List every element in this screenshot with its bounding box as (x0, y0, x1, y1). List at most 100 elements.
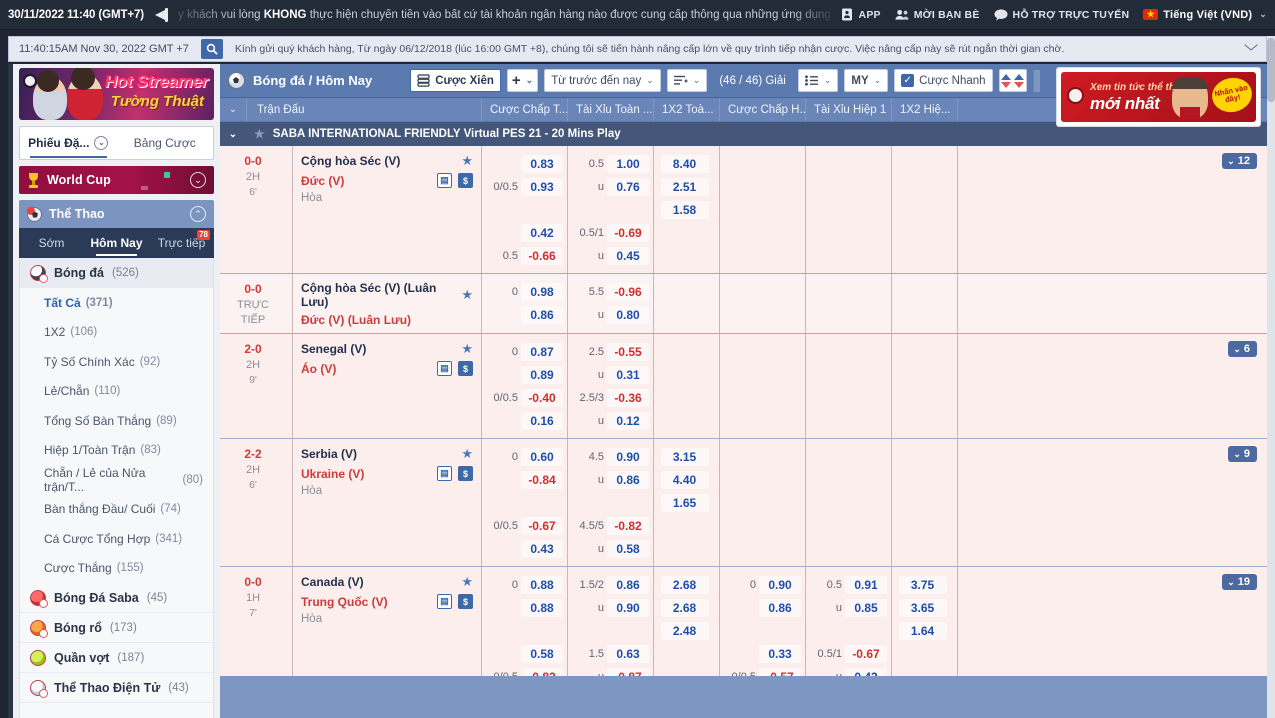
odds-value[interactable]: 0.93 (521, 178, 563, 196)
favorite-star-icon[interactable]: ★ (461, 341, 473, 357)
time-filter-dropdown[interactable]: Từ trước đến nay ⌄ (544, 69, 661, 92)
envelope-icon[interactable] (1240, 44, 1262, 55)
odds-table-body[interactable]: 0-0 2H 6' Cộng hòa Séc (V) ★ Đức (V) ▤ $ (220, 146, 1267, 676)
odds-value[interactable]: 0.98 (521, 283, 563, 301)
odds-value[interactable]: 0.83 (521, 155, 563, 173)
sidebar-subitem-half-full[interactable]: Hiệp 1/Toàn Trận (83) (20, 436, 213, 466)
sidebar-subitem-all[interactable]: Tất Cả (371) (20, 288, 213, 318)
column-header-1x2-ht[interactable]: 1X2 Hiệ... (891, 98, 957, 121)
odds-value[interactable]: 0.42 (521, 224, 563, 242)
odds-value-draw[interactable]: 1.58 (661, 201, 709, 219)
sidebar-item-saba-football[interactable]: Bóng Đá Saba (45) (20, 583, 213, 613)
column-header-over-under-ft[interactable]: Tài Xỉu Toàn ... (567, 98, 653, 121)
odds-value[interactable]: -0.69 (607, 224, 649, 242)
odds-value-draw[interactable]: 2.48 (661, 622, 709, 640)
odds-value[interactable]: 0.88 (521, 599, 563, 617)
odds-value[interactable]: -0.87 (607, 668, 649, 677)
tab-bet-slip[interactable]: Phiếu Đặ... ⌄ (20, 127, 117, 159)
odds-value[interactable]: -0.82 (607, 517, 649, 535)
sort-order-dropdown[interactable]: ⌄ (667, 69, 708, 92)
world-cup-section[interactable]: World Cup ⌄ (19, 166, 214, 194)
column-header-match[interactable]: Trận Đấu (246, 98, 481, 121)
odds-value-away[interactable]: 4.40 (661, 471, 709, 489)
checkbox-icon[interactable] (901, 74, 914, 87)
sports-news-banner-ad[interactable]: Xem tin tức thể thao mới nhất Nhấn vào đ… (1056, 67, 1261, 127)
odds-value[interactable]: 0.90 (759, 576, 801, 594)
odds-value-home[interactable]: 3.75 (899, 576, 947, 594)
odds-value-draw[interactable]: 1.64 (899, 622, 947, 640)
odds-value[interactable]: 0.58 (607, 540, 649, 558)
odds-value[interactable]: 0.58 (521, 645, 563, 663)
odds-value[interactable]: 0.87 (521, 343, 563, 361)
page-scrollbar[interactable] (1267, 36, 1275, 718)
odds-value-away[interactable]: 3.65 (899, 599, 947, 617)
sidebar-item-basketball[interactable]: Bóng rổ (173) (20, 613, 213, 643)
add-selection-button[interactable]: + ⌄ (507, 69, 538, 92)
sidebar-subitem-total-goals[interactable]: Tổng Số Bàn Thắng (89) (20, 406, 213, 436)
more-markets-badge[interactable]: ⌄ 19 (1222, 574, 1257, 590)
odds-value-draw[interactable]: 1.65 (661, 494, 709, 512)
sidebar-subitem-first-last-goal[interactable]: Bàn thắng Đầu/ Cuối (74) (20, 495, 213, 525)
odds-value[interactable]: 0.33 (759, 645, 801, 663)
invite-friends-button[interactable]: MỜI BẠN BÈ (895, 8, 980, 22)
odds-value[interactable]: 0.76 (607, 178, 649, 196)
odds-format-dropdown[interactable]: MY ⌄ (844, 69, 888, 92)
odds-value[interactable]: -0.96 (607, 283, 649, 301)
chevron-down-icon[interactable]: ⌄ (220, 129, 246, 140)
live-support-button[interactable]: HỖ TRỢ TRỰC TUYẾN (994, 8, 1130, 22)
sidebar-subitem-correct-score[interactable]: Tỷ Số Chính Xác (92) (20, 347, 213, 377)
odds-value[interactable]: 0.31 (607, 366, 649, 384)
favorite-star-icon[interactable]: ★ (461, 153, 473, 169)
cashout-icon[interactable]: $ (458, 466, 473, 481)
cashout-icon[interactable]: $ (458, 361, 473, 376)
parlay-button[interactable]: Cược Xiên (410, 69, 501, 92)
chevron-up-icon[interactable]: ⌃ (190, 206, 206, 222)
odds-value[interactable]: 0.90 (607, 599, 649, 617)
odds-value[interactable]: -0.66 (521, 247, 563, 265)
odds-value[interactable]: 0.16 (521, 412, 563, 430)
odds-value[interactable]: 0.80 (607, 306, 649, 324)
odds-value[interactable]: 1.00 (607, 155, 649, 173)
odds-value-home[interactable]: 2.68 (661, 576, 709, 594)
statistics-icon[interactable]: ▤ (437, 466, 452, 481)
odds-value[interactable]: 0.86 (759, 599, 801, 617)
odds-value[interactable]: 0.86 (607, 471, 649, 489)
cashout-icon[interactable]: $ (458, 173, 473, 188)
odds-value[interactable]: 0.45 (607, 247, 649, 265)
view-mode-dropdown[interactable]: ⌄ (798, 69, 839, 92)
sidebar-item-football[interactable]: Bóng đá (526) (20, 258, 213, 288)
odds-value-away[interactable]: 2.51 (661, 178, 709, 196)
odds-value[interactable]: 0.91 (845, 576, 887, 594)
tab-today[interactable]: Hôm Nay (84, 228, 149, 258)
odds-value-away[interactable]: 2.68 (661, 599, 709, 617)
sidebar-subitem-half-odd-even[interactable]: Chẵn / Lẻ của Nửa trận/T... (80) (20, 465, 213, 495)
odds-value[interactable]: 0.43 (845, 668, 887, 677)
tab-bet-list[interactable]: Bảng Cược (117, 127, 214, 159)
odds-value[interactable]: 0.43 (521, 540, 563, 558)
odds-value[interactable]: 0.86 (607, 576, 649, 594)
sidebar-subitem-odd-even[interactable]: Lẻ/Chẵn (110) (20, 377, 213, 407)
favorite-star-icon[interactable]: ★ (461, 574, 473, 590)
column-header-1x2-ft[interactable]: 1X2 Toà... (653, 98, 719, 121)
column-header-handicap-ft[interactable]: Cược Chấp T... (481, 98, 567, 121)
sidebar-item-tennis[interactable]: Quần vợt (187) (20, 643, 213, 673)
cashout-icon[interactable]: $ (458, 594, 473, 609)
language-selector[interactable]: ★ Tiếng Việt (VND) ⌄ (1143, 9, 1267, 21)
tab-live[interactable]: Trực tiếp 78 (149, 228, 214, 258)
tab-early[interactable]: Sớm (19, 228, 84, 258)
odds-value[interactable]: -0.36 (607, 389, 649, 407)
more-markets-badge[interactable]: ⌄ 9 (1228, 446, 1257, 462)
sidebar-subitem-outright[interactable]: Cược Thắng (155) (20, 554, 213, 584)
sports-section-header[interactable]: Thể Thao ⌃ (19, 200, 214, 228)
odds-value-home[interactable]: 3.15 (661, 448, 709, 466)
app-button[interactable]: APP (840, 8, 881, 22)
search-button[interactable] (201, 39, 223, 59)
sidebar-subitem-1x2[interactable]: 1X2 (106) (20, 318, 213, 348)
sidebar-subitem-mix-parlay[interactable]: Cá Cược Tổng Hợp (341) (20, 524, 213, 554)
more-markets-badge[interactable]: ⌄ 12 (1222, 153, 1257, 169)
statistics-icon[interactable]: ▤ (437, 594, 452, 609)
odds-value[interactable]: -0.67 (845, 645, 887, 663)
sort-direction-button[interactable] (999, 69, 1027, 92)
page-scrollbar-thumb[interactable] (1267, 38, 1275, 102)
more-markets-badge[interactable]: ⌄ 6 (1228, 341, 1257, 357)
